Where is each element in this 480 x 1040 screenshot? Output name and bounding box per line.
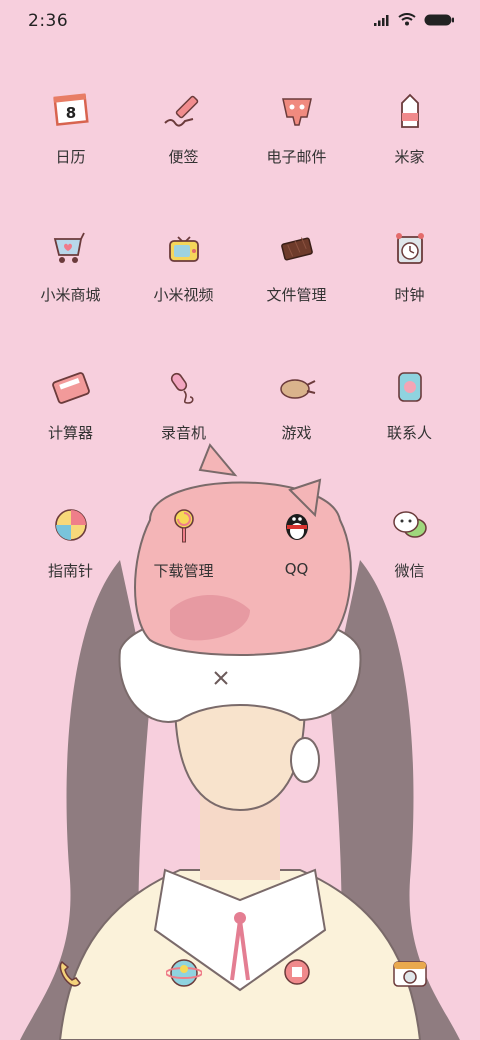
app-label: 录音机 (160, 424, 206, 442)
status-time: 2:36 (28, 11, 69, 31)
microphone-icon (161, 364, 207, 410)
app-label: 日历 (55, 148, 86, 166)
app-label: 小米视频 (153, 286, 214, 304)
app-label: 文件管理 (266, 286, 327, 304)
app-downloads[interactable]: 下载管理 (127, 502, 240, 590)
chocolate-icon (274, 226, 320, 272)
roast-chicken-icon (274, 364, 320, 410)
app-notes[interactable]: 便签 (127, 88, 240, 176)
app-games[interactable]: 游戏 (240, 364, 353, 452)
alarm-clock-icon (387, 226, 433, 272)
app-email[interactable]: 电子邮件 (240, 88, 353, 176)
pen-icon (161, 88, 207, 134)
wifi-icon (398, 13, 416, 26)
status-icons (374, 13, 454, 26)
app-qq[interactable]: QQ (240, 502, 353, 590)
app-wechat[interactable]: 微信 (353, 502, 466, 590)
app-label: 微信 (394, 562, 425, 580)
app-mi-home[interactable]: 米家 (353, 88, 466, 176)
app-mi-store[interactable]: 小米商城 (14, 226, 127, 314)
shopping-cart-icon (48, 226, 94, 272)
mail-pig-icon (274, 88, 320, 134)
cellular-signal-icon (374, 14, 389, 26)
app-grid: 8 日历 便签 电子邮件 米家 小米商城 小米视频 文件管理 时钟 计算器 录音… (14, 88, 466, 590)
dock (14, 950, 466, 1000)
tv-icon (161, 226, 207, 272)
app-label: 游戏 (281, 424, 312, 442)
app-contacts[interactable]: 联系人 (353, 364, 466, 452)
app-label: 联系人 (386, 424, 432, 442)
calendar-day-text: 8 (65, 104, 75, 122)
app-label: 电子邮件 (266, 148, 327, 166)
app-label: 下载管理 (153, 562, 214, 580)
dock-camera[interactable] (353, 950, 466, 1000)
app-calendar[interactable]: 8 日历 (14, 88, 127, 176)
dock-phone[interactable] (14, 950, 127, 1000)
milk-carton-icon (387, 88, 433, 134)
app-file-manager[interactable]: 文件管理 (240, 226, 353, 314)
contacts-book-icon (387, 364, 433, 410)
dock-messages[interactable] (240, 950, 353, 1000)
app-label: 时钟 (394, 286, 425, 304)
app-calculator[interactable]: 计算器 (14, 364, 127, 452)
penguin-icon (274, 502, 320, 548)
phone-icon (48, 950, 94, 996)
calendar-icon: 8 (48, 88, 94, 134)
app-label: QQ (284, 560, 309, 578)
status-bar: 2:36 (0, 0, 480, 44)
globe-icon (161, 950, 207, 996)
app-label: 计算器 (47, 424, 93, 442)
app-label: 小米商城 (40, 286, 101, 304)
app-mi-video[interactable]: 小米视频 (127, 226, 240, 314)
calculator-icon (48, 364, 94, 410)
chat-bubbles-icon (387, 502, 433, 548)
app-clock[interactable]: 时钟 (353, 226, 466, 314)
app-recorder[interactable]: 录音机 (127, 364, 240, 452)
app-label: 米家 (394, 148, 425, 166)
dock-browser[interactable] (127, 950, 240, 1000)
compass-icon (48, 502, 94, 548)
app-label: 指南针 (47, 562, 93, 580)
app-label: 便签 (168, 148, 199, 166)
battery-icon (424, 14, 454, 25)
lollipop-icon (161, 502, 207, 548)
app-compass[interactable]: 指南针 (14, 502, 127, 590)
message-bubble-icon (274, 950, 320, 996)
camera-icon (387, 950, 433, 996)
